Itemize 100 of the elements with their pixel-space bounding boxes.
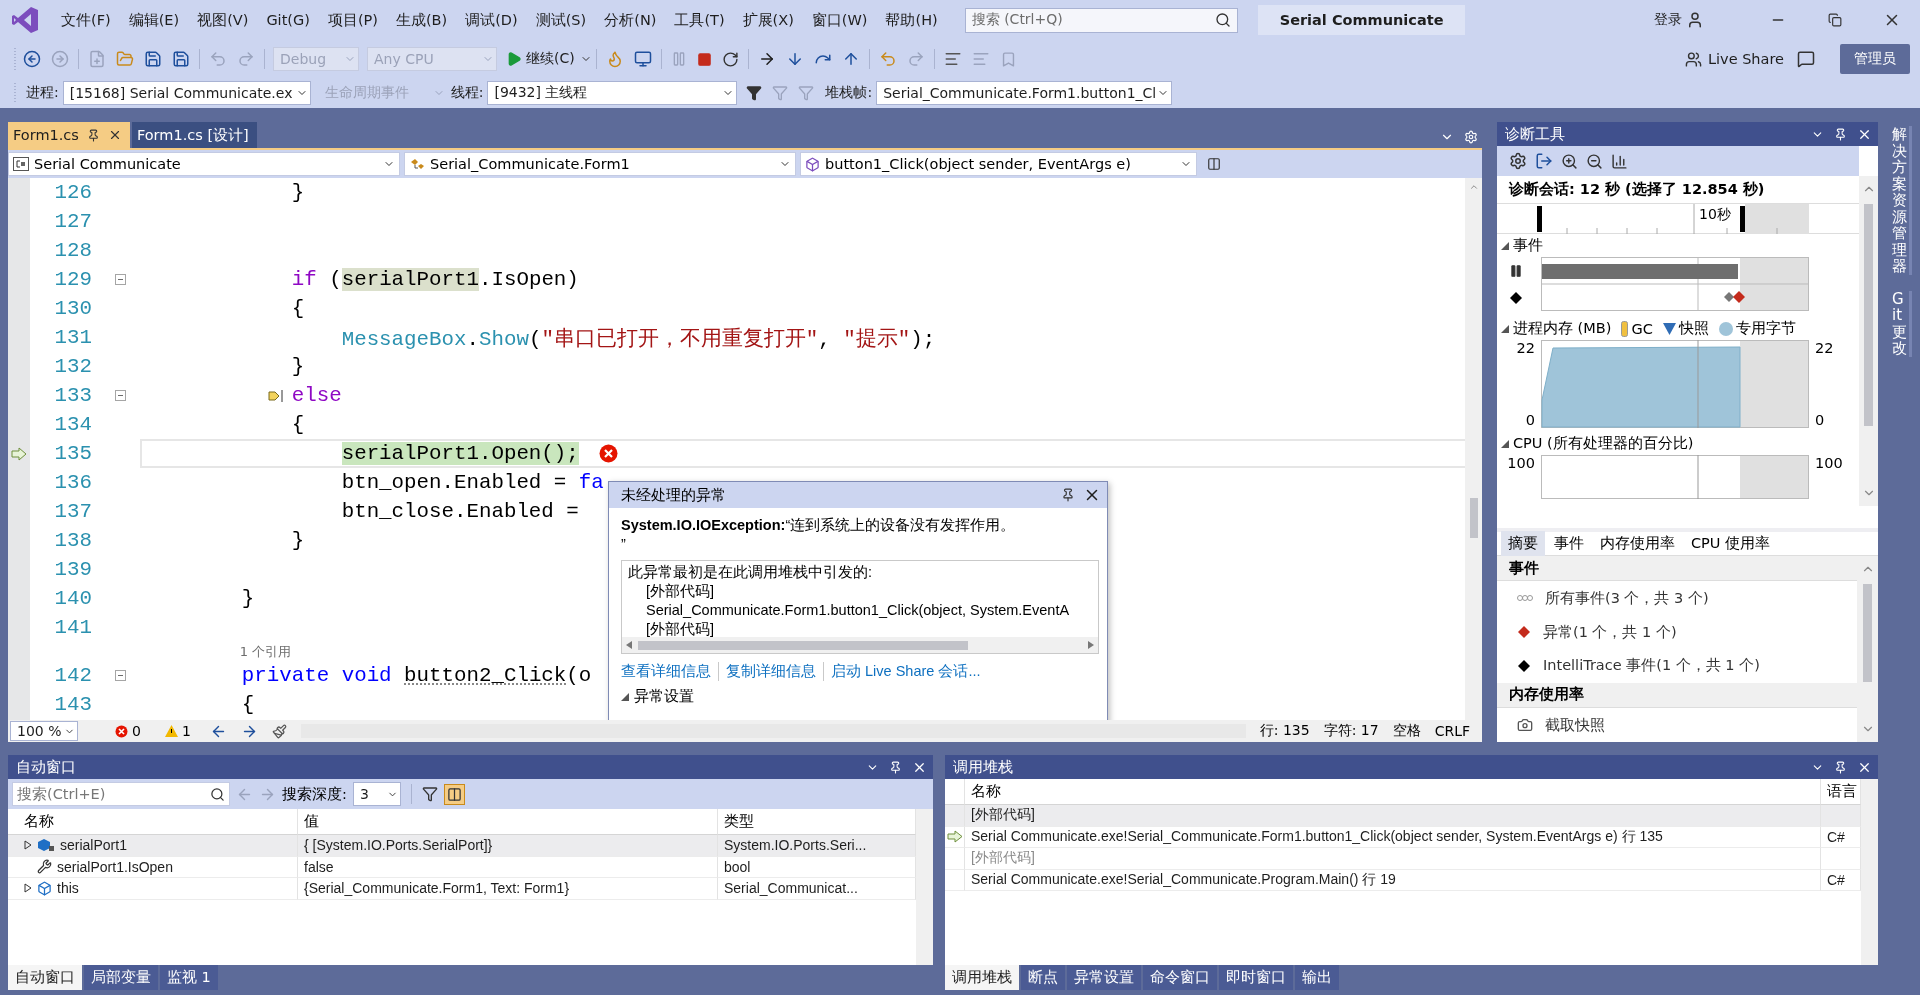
share-icon[interactable] [1684, 50, 1702, 68]
pin-icon[interactable] [86, 128, 100, 142]
panel-tab[interactable]: 调用堆栈 [945, 965, 1019, 990]
expand-triangle-icon[interactable] [24, 840, 32, 851]
vertical-scrollbar[interactable] [1465, 178, 1482, 720]
error-count[interactable]: 0 [110, 723, 146, 739]
panel-tab[interactable]: 即时窗口 [1219, 965, 1293, 990]
export-icon[interactable] [1535, 152, 1553, 170]
restore-icon[interactable] [1827, 13, 1842, 27]
pin-icon[interactable] [1061, 488, 1075, 502]
collapse-toggle[interactable] [114, 670, 126, 681]
navigation-dropdown[interactable]: Serial Communicate [8, 152, 400, 176]
summary-item[interactable]: IntelliTrace 事件(1 个，共 1 个) [1543, 656, 1760, 676]
sign-in-button[interactable]: 登录 [1649, 11, 1709, 29]
diagnostics-tab[interactable]: CPU 使用率 [1684, 531, 1778, 556]
pin-icon[interactable] [889, 760, 902, 774]
search-icon[interactable] [210, 786, 225, 802]
horizontal-scrollbar[interactable] [622, 637, 1098, 653]
search-depth-dropdown[interactable]: 3 [352, 782, 401, 806]
document-tab[interactable]: Form1.cs [8, 122, 130, 148]
save-all-icon[interactable] [172, 50, 190, 68]
summary-item[interactable]: 异常(1 个，共 1 个) [1543, 622, 1677, 642]
summary-item[interactable]: 截取快照 [1545, 715, 1605, 735]
settings-icon[interactable] [1509, 152, 1527, 170]
menu-item[interactable]: Git(G) [257, 12, 319, 28]
chart-icon[interactable] [1611, 152, 1628, 170]
section-toggle-icon[interactable] [1501, 324, 1509, 333]
pin-icon[interactable] [1834, 127, 1847, 141]
frame-cell[interactable]: [外部代码] [965, 848, 1821, 870]
section-toggle-icon[interactable] [1501, 241, 1509, 250]
scrollbar-thumb[interactable] [1469, 498, 1478, 538]
section-toggle-icon[interactable] [1501, 439, 1509, 448]
menu-item[interactable]: 帮助(H) [876, 10, 947, 30]
menu-item[interactable]: 文件(F) [52, 10, 120, 30]
panel-tab[interactable]: 断点 [1021, 965, 1065, 990]
panel-tab[interactable]: 命令窗口 [1143, 965, 1217, 990]
process-dropdown[interactable]: [15168] Serial Communicate.ex [62, 81, 311, 105]
popup-link[interactable]: 复制详细信息 [718, 662, 823, 681]
menu-item[interactable]: 工具(T) [665, 10, 734, 30]
panel-tab[interactable]: 异常设置 [1067, 965, 1141, 990]
panel-tab[interactable]: 自动窗口 [8, 965, 82, 990]
raw-view-icon[interactable] [446, 786, 462, 802]
toolbar-grip[interactable] [14, 83, 18, 103]
panel-tab[interactable]: 监视 1 [160, 965, 218, 990]
navigation-dropdown[interactable]: button1_Click(object sender, EventArgs e) [800, 152, 1197, 176]
warning-count[interactable]: 1 [159, 723, 196, 739]
side-tab[interactable]: Git 更改 [1892, 290, 1912, 357]
zoom-in-icon[interactable] [1561, 152, 1578, 170]
stop-icon[interactable] [696, 51, 712, 67]
restart-icon[interactable] [721, 50, 739, 68]
screen-icon[interactable] [633, 50, 652, 68]
menu-item[interactable]: 项目(P) [318, 10, 387, 30]
search-field[interactable]: 搜索(Ctrl+E) [12, 782, 230, 806]
collapse-toggle[interactable] [114, 390, 126, 401]
menu-item[interactable]: 生成(B) [386, 10, 457, 30]
filter-icon[interactable] [746, 85, 763, 101]
stack-frame-dropdown[interactable]: Serial_Communicate.Form1.button1_Cl [876, 81, 1173, 105]
split-view-icon[interactable] [1207, 157, 1221, 171]
comment-icon[interactable] [943, 50, 962, 68]
menu-item[interactable]: 分析(N) [595, 10, 666, 30]
filter-icon[interactable] [421, 786, 438, 802]
menu-item[interactable]: 视图(V) [188, 10, 258, 30]
diagnostics-tab[interactable]: 事件 [1547, 531, 1591, 556]
play-icon[interactable] [506, 51, 522, 67]
expand-toggle-icon[interactable] [621, 692, 629, 701]
user-icon[interactable] [1686, 11, 1704, 29]
cleanup-icon[interactable] [271, 723, 287, 739]
navigation-dropdown[interactable]: Serial_Communicate.Form1 [404, 152, 796, 176]
zoom-out-icon[interactable] [1586, 152, 1603, 170]
frame-cell[interactable]: [外部代码] [965, 805, 1821, 827]
toolbar-grip[interactable] [14, 48, 18, 70]
save-icon[interactable] [144, 50, 162, 68]
panel-tab[interactable]: 局部变量 [84, 965, 158, 990]
document-tab[interactable]: Form1.cs [设计] [131, 122, 257, 148]
frame-cell[interactable]: Serial Communicate.exe!Serial_Communicate.Program.Main() 行 19 [965, 869, 1821, 891]
scrollbar-thumb[interactable] [1864, 204, 1873, 426]
back-icon[interactable] [23, 50, 41, 68]
pin-icon[interactable] [1834, 760, 1847, 774]
menu-item[interactable]: 窗口(W) [802, 10, 877, 30]
search-field[interactable]: 搜索 (Ctrl+Q) [964, 7, 1238, 33]
frame-cell[interactable]: Serial Communicate.exe!Serial_Communicate.Form1.button1_Click(object sender, System.EventArgs e) 行 135 [965, 826, 1821, 848]
quick-action-icon[interactable] [266, 387, 285, 404]
panel-tab[interactable]: 输出 [1295, 965, 1339, 990]
menu-item[interactable]: 调试(D) [456, 10, 527, 30]
error-icon[interactable] [598, 444, 618, 463]
menu-item[interactable]: 测试(S) [526, 10, 596, 30]
search-icon[interactable] [1214, 12, 1231, 28]
popup-link[interactable]: 查看详细信息 [621, 662, 718, 681]
vertical-scrollbar[interactable] [1857, 556, 1878, 742]
zoom-dropdown[interactable]: 100 % [10, 721, 78, 741]
popup-link[interactable]: 启动 Live Share 会话... [823, 662, 988, 681]
vertical-scrollbar[interactable] [1859, 176, 1878, 506]
diagnostics-tab[interactable]: 内存使用率 [1593, 531, 1682, 556]
vertical-scrollbar[interactable] [916, 809, 933, 965]
summary-item[interactable]: 所有事件(3 个，共 3 个) [1545, 588, 1709, 608]
scrollbar-thumb[interactable] [1863, 584, 1872, 682]
diagnostics-tab[interactable]: 摘要 [1501, 531, 1545, 556]
expand-triangle-icon[interactable] [24, 883, 32, 894]
vertical-scrollbar[interactable] [1861, 779, 1878, 965]
camera-icon[interactable] [1517, 717, 1533, 733]
